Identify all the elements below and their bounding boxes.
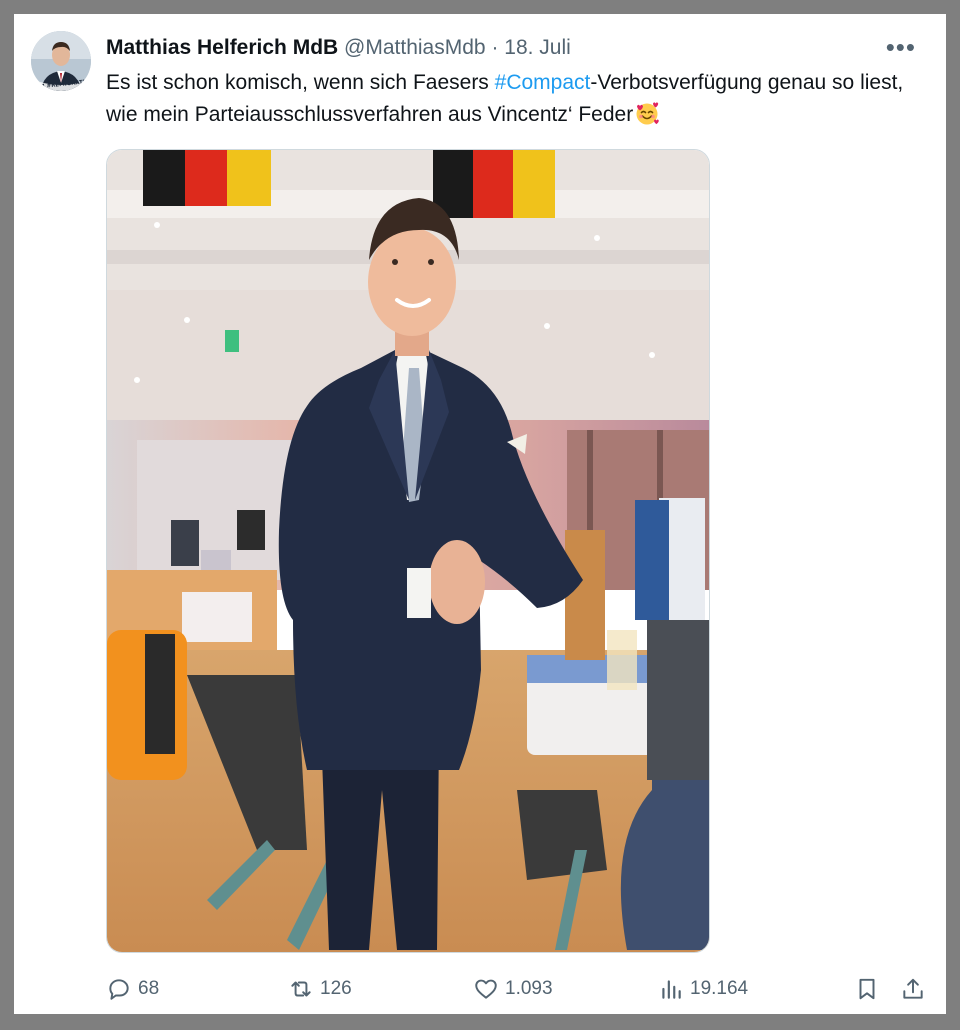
smiling-face-with-hearts-icon xyxy=(634,100,660,136)
views-button[interactable]: 19.164 xyxy=(658,972,748,1006)
tweet-header: Matthias Helferich MdB @MatthiasMdb · 18… xyxy=(106,34,571,62)
repost-button[interactable]: 126 xyxy=(288,972,352,1006)
tweet-card: TEAM #REMIGRATION Matthias Helferich MdB… xyxy=(14,14,946,1014)
tweet-actions: 68 126 1.093 19.164 xyxy=(106,972,926,1006)
views-chart-icon xyxy=(662,980,681,999)
bookmark-icon xyxy=(859,978,875,1000)
tweet-date[interactable]: 18. Juli xyxy=(504,36,571,59)
reply-count: 68 xyxy=(138,978,160,999)
tweet-photo[interactable] xyxy=(106,149,710,953)
hashtag-link[interactable]: #Compact xyxy=(495,71,591,94)
like-button[interactable]: 1.093 xyxy=(473,972,553,1006)
like-count: 1.093 xyxy=(505,978,553,999)
share-button[interactable] xyxy=(900,972,926,1006)
avatar[interactable]: TEAM #REMIGRATION xyxy=(31,31,91,91)
heart-icon xyxy=(475,979,497,999)
bookmark-button[interactable] xyxy=(854,972,880,1006)
author-name[interactable]: Matthias Helferich MdB xyxy=(106,36,338,59)
tweet-text-start: Es ist schon komisch, wenn sich Faesers xyxy=(106,71,495,94)
header-separator: · xyxy=(491,36,499,59)
views-count: 19.164 xyxy=(690,978,749,999)
more-options-icon[interactable]: ••• xyxy=(886,32,916,63)
author-handle[interactable]: @MatthiasMdb xyxy=(344,36,486,59)
tweet-text: Es ist schon komisch, wenn sich Faesers … xyxy=(106,67,926,136)
avatar-image: TEAM #REMIGRATION xyxy=(31,31,91,91)
reply-icon xyxy=(109,979,129,1000)
share-icon xyxy=(903,978,923,999)
repost-count: 126 xyxy=(320,978,352,999)
repost-icon xyxy=(291,981,311,997)
reply-button[interactable]: 68 xyxy=(106,972,159,1006)
event-photo xyxy=(107,150,709,952)
